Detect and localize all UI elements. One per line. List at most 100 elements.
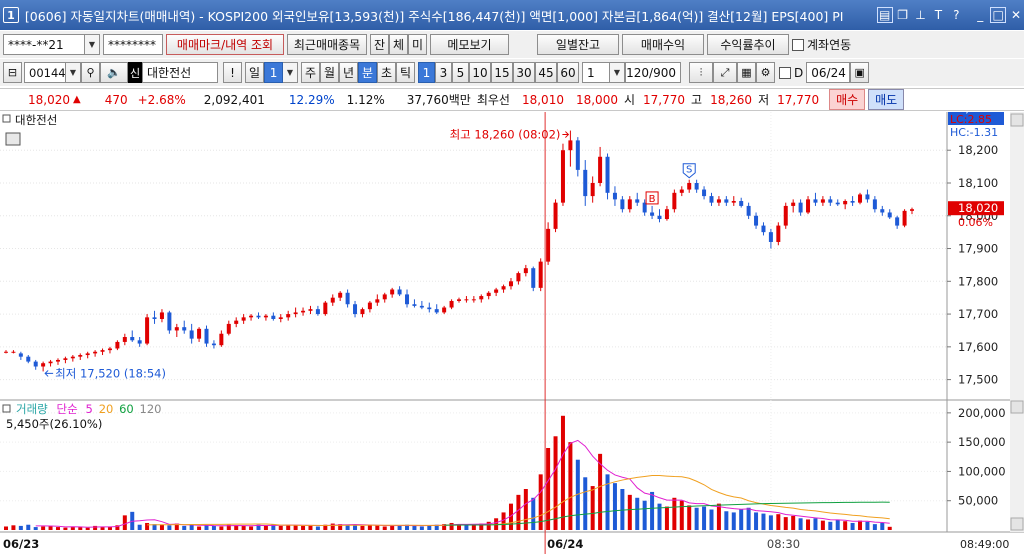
period-minute-button[interactable]: 분 <box>358 62 377 83</box>
interval-input[interactable]: 1 <box>582 62 610 83</box>
speaker-icon[interactable]: 🔈 <box>100 62 128 83</box>
data-count-field[interactable]: 120/900 <box>625 62 681 83</box>
filled-button[interactable]: 체 <box>389 34 408 55</box>
candle-body <box>330 297 335 303</box>
stock-code-input[interactable]: 001440 <box>24 62 73 83</box>
candle-type-icon[interactable]: ⫶ <box>689 62 713 83</box>
chart-area[interactable]: 대한전선 18,200 18,100 18,000 17,900 17,800 17,70… <box>0 101 1024 554</box>
sell-button[interactable]: 매도 <box>868 89 905 110</box>
price-tick-label: 17,700 <box>958 307 998 321</box>
return-trend-button[interactable]: 수익률추이 <box>707 34 789 55</box>
interval-button-30[interactable]: 30 <box>513 62 535 83</box>
recent-trades-button[interactable]: 최근매매종목 <box>287 34 367 55</box>
period-tick-button[interactable]: 틱 <box>396 62 415 83</box>
candle-body <box>107 348 112 351</box>
period-day-button[interactable]: 일 <box>245 62 264 83</box>
volume-bar <box>761 513 766 530</box>
volume-bar <box>843 521 848 530</box>
trade-profit-button[interactable]: 매매수익 <box>622 34 704 55</box>
candle-body <box>353 304 358 315</box>
account-link-checkbox[interactable] <box>792 38 804 51</box>
password-input[interactable]: ******** <box>103 34 163 55</box>
stock-name-field[interactable]: 대한전선 <box>142 62 218 83</box>
candle-body <box>382 294 387 300</box>
period-week-button[interactable]: 주 <box>301 62 320 83</box>
chart-table-icon[interactable] <box>5 132 21 146</box>
help-icon[interactable]: ? <box>948 7 964 23</box>
price-panel-toggle-icon[interactable] <box>2 114 11 123</box>
candle-body <box>41 363 46 367</box>
interval-dropdown-icon[interactable]: ▼ <box>610 62 625 83</box>
low-annotation: 최저 17,520 (18:54) <box>55 366 166 380</box>
candle-body <box>442 307 447 313</box>
interval-button-15[interactable]: 15 <box>491 62 513 83</box>
candle-body <box>486 292 491 297</box>
volume-bar <box>167 525 172 530</box>
candle-body <box>249 315 254 318</box>
trade-mark-query-button[interactable]: 매매마크/내역 조회 <box>166 34 284 55</box>
account-select[interactable]: ****-**21 <box>3 34 85 55</box>
date-input[interactable]: 06/24 <box>806 62 851 83</box>
volume-bar <box>783 517 788 530</box>
unfilled-button[interactable]: 미 <box>408 34 427 55</box>
candle-body <box>783 205 788 226</box>
daily-balance-button[interactable]: 일별잔고 <box>537 34 619 55</box>
restore-window-icon[interactable]: ❐ <box>895 7 911 23</box>
balance-button[interactable]: 잔 <box>370 34 389 55</box>
line-draw-icon[interactable]: ⤢ <box>713 62 737 83</box>
volume-bar <box>301 525 306 530</box>
layout-icon[interactable]: ⊟ <box>3 62 22 83</box>
candle-body <box>145 317 150 344</box>
period-year-button[interactable]: 년 <box>339 62 358 83</box>
account-dropdown-icon[interactable]: ▼ <box>85 34 100 55</box>
interval-button-3[interactable]: 3 <box>435 62 452 83</box>
buy-button[interactable]: 매수 <box>829 89 866 110</box>
code-dropdown-icon[interactable]: ▼ <box>66 62 81 83</box>
lc-label: LC:2.85 <box>950 113 992 126</box>
period-value-field[interactable]: 1 <box>264 62 283 83</box>
candle-body <box>605 156 610 193</box>
period-month-button[interactable]: 월 <box>320 62 339 83</box>
candlestick-chart[interactable]: 대한전선 18,20018,10018,00017,90017,80017,70… <box>0 101 1024 554</box>
candle-body <box>18 353 23 357</box>
interval-button-60[interactable]: 60 <box>557 62 579 83</box>
search-icon[interactable]: ⚲ <box>81 62 100 83</box>
period-dropdown-icon[interactable]: ▼ <box>283 62 298 83</box>
candle-body <box>167 312 172 331</box>
volume-bar <box>642 500 647 530</box>
alert-button[interactable]: ! <box>223 62 242 83</box>
candle-body <box>464 299 469 301</box>
volume-bar <box>835 519 840 530</box>
interval-button-5[interactable]: 5 <box>452 62 469 83</box>
volume-bar <box>249 526 254 530</box>
interval-button-1[interactable]: 1 <box>418 62 435 83</box>
close-icon[interactable]: ✕ <box>1008 7 1024 23</box>
candle-body <box>122 337 127 342</box>
font-size-icon[interactable]: T <box>930 7 946 23</box>
candle-body <box>872 199 877 210</box>
volume-scroll-up-button[interactable] <box>1010 400 1024 414</box>
interval-button-45[interactable]: 45 <box>535 62 557 83</box>
scroll-up-button[interactable] <box>1010 113 1024 127</box>
scroll-down-button[interactable] <box>1010 517 1024 531</box>
grid-icon[interactable]: ▤ <box>876 7 893 23</box>
volume-bar <box>635 497 640 530</box>
candle-body <box>338 292 343 298</box>
maximize-icon[interactable]: □ <box>990 7 1007 23</box>
calendar-icon[interactable]: ▣ <box>850 62 870 83</box>
volume-bar <box>583 477 588 530</box>
pin-icon[interactable]: ⊥ <box>913 7 929 23</box>
settings-icon[interactable]: ⚙ <box>756 62 775 83</box>
period-second-button[interactable]: 초 <box>377 62 396 83</box>
volume-bar <box>590 486 595 530</box>
table-icon[interactable]: ▦ <box>737 62 756 83</box>
date-checkbox[interactable] <box>779 66 791 79</box>
memo-button[interactable]: 메모보기 <box>430 34 509 55</box>
candle-body <box>234 320 239 324</box>
candle-body <box>427 307 432 310</box>
candle-body <box>33 361 38 367</box>
minimize-icon[interactable]: _ <box>972 7 988 23</box>
volume-panel-toggle-icon[interactable] <box>2 404 11 413</box>
open-price: 17,770 <box>643 92 686 107</box>
interval-button-10[interactable]: 10 <box>469 62 491 83</box>
